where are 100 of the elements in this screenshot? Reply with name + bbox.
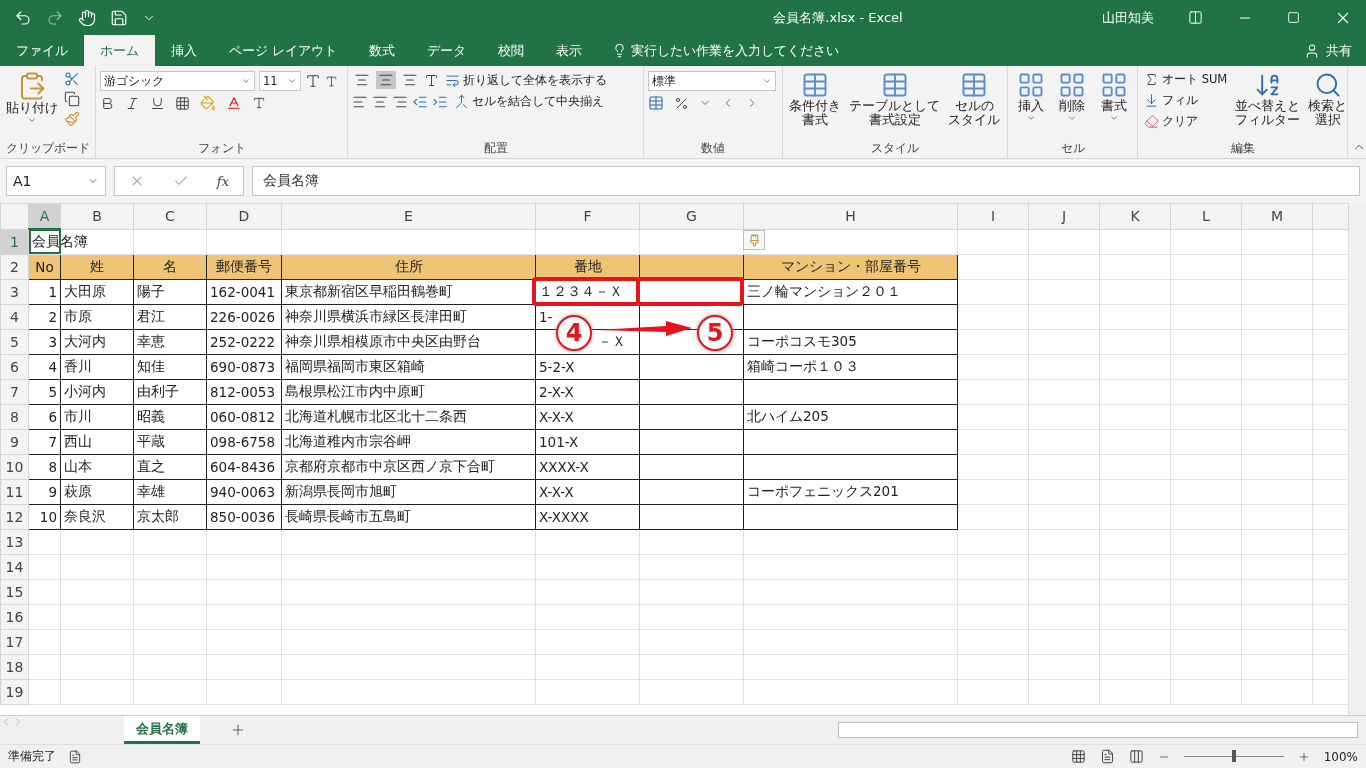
column-header[interactable]: F: [535, 203, 640, 229]
row-header[interactable]: 11: [0, 479, 29, 504]
normal-view-icon[interactable]: [1070, 749, 1086, 764]
cell-text: 平蔵: [137, 432, 165, 449]
undo-icon[interactable]: [14, 8, 32, 27]
ribbon-tab[interactable]: データ: [411, 35, 483, 66]
cell-text: 神奈川県横浜市緑区長津田町: [285, 307, 467, 324]
row-header[interactable]: 4: [0, 304, 29, 329]
font-color-icon[interactable]: [226, 95, 242, 111]
cell-text: 直之: [137, 457, 165, 474]
ribbon-tab[interactable]: 校閲: [482, 35, 541, 66]
redo-icon[interactable]: [46, 8, 64, 27]
zoom-slider[interactable]: [1231, 750, 1236, 762]
edit-command-button[interactable]: フィル: [1142, 92, 1230, 109]
column-header[interactable]: E: [281, 203, 536, 229]
column-header[interactable]: D: [206, 203, 282, 229]
zoom-in-icon[interactable]: [1297, 750, 1310, 763]
touch-mode-icon[interactable]: [78, 8, 96, 27]
page-break-icon[interactable]: [1128, 749, 1144, 764]
column-heading: 姓: [90, 257, 104, 274]
ribbon-display-icon[interactable]: [1188, 10, 1203, 25]
column-header[interactable]: B: [60, 203, 134, 229]
underline-icon[interactable]: [150, 95, 165, 111]
cell-text: 226-0026: [210, 308, 275, 325]
column-header[interactable]: M: [1241, 203, 1313, 229]
row-header[interactable]: 18: [0, 654, 29, 679]
border-icon[interactable]: [175, 95, 190, 111]
row-header[interactable]: 16: [0, 604, 29, 629]
edit-button[interactable]: 検索と 選択: [1306, 71, 1350, 140]
number-format-field[interactable]: 標準: [648, 71, 776, 91]
row-header[interactable]: 8: [0, 404, 29, 429]
ribbon-tab[interactable]: ホーム: [84, 35, 155, 66]
style-button[interactable]: テーブルとして 書式設定: [847, 71, 942, 140]
column-header[interactable]: L: [1170, 203, 1242, 229]
align-icon: [402, 72, 418, 88]
fill-color-icon[interactable]: [200, 95, 216, 111]
ribbon-tab[interactable]: ファイル: [0, 35, 84, 66]
row-header[interactable]: 10: [0, 454, 29, 479]
share-button[interactable]: 共有: [1304, 35, 1366, 66]
vertical-align-button[interactable]: [376, 71, 396, 89]
font-size-field[interactable]: 11: [259, 71, 301, 91]
column-header[interactable]: A: [28, 203, 61, 229]
column-header[interactable]: H: [743, 203, 958, 229]
cell-command-button[interactable]: 挿入: [1014, 71, 1047, 140]
cell-text: 山本: [64, 457, 92, 474]
cut-icon[interactable]: [64, 71, 80, 87]
paste-options-icon[interactable]: [743, 230, 765, 250]
paste-button[interactable]: 貼り付け: [4, 71, 60, 140]
name-box[interactable]: A1: [6, 166, 106, 196]
save-icon[interactable]: [110, 8, 128, 27]
add-sheet-icon[interactable]: [230, 722, 246, 738]
cell-text: 940-0063: [210, 483, 275, 500]
edit-command-button[interactable]: クリア: [1142, 113, 1230, 130]
column-header[interactable]: I: [957, 203, 1029, 229]
caret-icon: [762, 76, 772, 86]
formula-field[interactable]: 会員名簿: [252, 166, 1360, 196]
caret-icon: [1067, 113, 1078, 123]
copy-icon[interactable]: [64, 91, 80, 107]
page-layout-icon[interactable]: [1099, 749, 1115, 764]
ribbon-tab[interactable]: 数式: [353, 35, 412, 66]
row-header[interactable]: 6: [0, 354, 29, 379]
cell-text: 幸雄: [137, 482, 165, 499]
merge-center-button[interactable]: セルを結合して中央揃え: [452, 93, 606, 110]
edit-command-button[interactable]: オート SUM: [1142, 71, 1230, 88]
sheet-tab[interactable]: 会員名簿: [124, 716, 200, 744]
style-button[interactable]: 条件付き 書式: [787, 71, 843, 140]
row-header[interactable]: 3: [0, 279, 29, 304]
row-header[interactable]: 9: [0, 429, 29, 454]
ribbon-tab[interactable]: ページ レイアウト: [213, 35, 354, 66]
edit-button[interactable]: 並べ替えと フィルター: [1233, 71, 1303, 140]
insert-function-button[interactable]: fx: [216, 173, 229, 189]
italic-icon[interactable]: [125, 95, 140, 111]
wrap-text-button[interactable]: 折り返して全体を表示する: [443, 71, 609, 89]
row-header[interactable]: 14: [0, 554, 29, 579]
row-header[interactable]: 13: [0, 529, 29, 554]
column-heading: 住所: [394, 257, 423, 274]
percent-icon[interactable]: [674, 95, 689, 111]
column-header[interactable]: C: [133, 203, 207, 229]
restore-icon[interactable]: [1287, 11, 1300, 24]
column-header[interactable]: J: [1028, 203, 1100, 229]
row-header[interactable]: 17: [0, 629, 29, 654]
tell-me-field[interactable]: 実行したい作業を入力してください: [598, 35, 1304, 66]
window-title: 会員名簿.xlsx - Excel: [772, 8, 904, 27]
column-header[interactable]: K: [1099, 203, 1171, 229]
row-header[interactable]: 12: [0, 504, 29, 529]
column-header[interactable]: G: [639, 203, 744, 229]
row-header[interactable]: 2: [0, 254, 29, 279]
row-header[interactable]: 19: [0, 679, 29, 704]
bold-icon[interactable]: [100, 95, 115, 111]
ribbon-tab[interactable]: 表示: [540, 35, 599, 66]
row-header[interactable]: 5: [0, 329, 29, 354]
row-header[interactable]: 7: [0, 379, 29, 404]
ribbon-tab[interactable]: 挿入: [155, 35, 213, 66]
row-header[interactable]: 15: [0, 579, 29, 604]
cell-command-button[interactable]: 削除: [1056, 71, 1089, 140]
horizontal-scrollbar[interactable]: [838, 722, 1358, 738]
row-header[interactable]: 1: [0, 229, 29, 254]
cell-command-button[interactable]: 書式: [1098, 71, 1131, 140]
style-button[interactable]: セルの スタイル: [946, 71, 1002, 140]
font-name-field[interactable]: 游ゴシック: [100, 71, 255, 91]
